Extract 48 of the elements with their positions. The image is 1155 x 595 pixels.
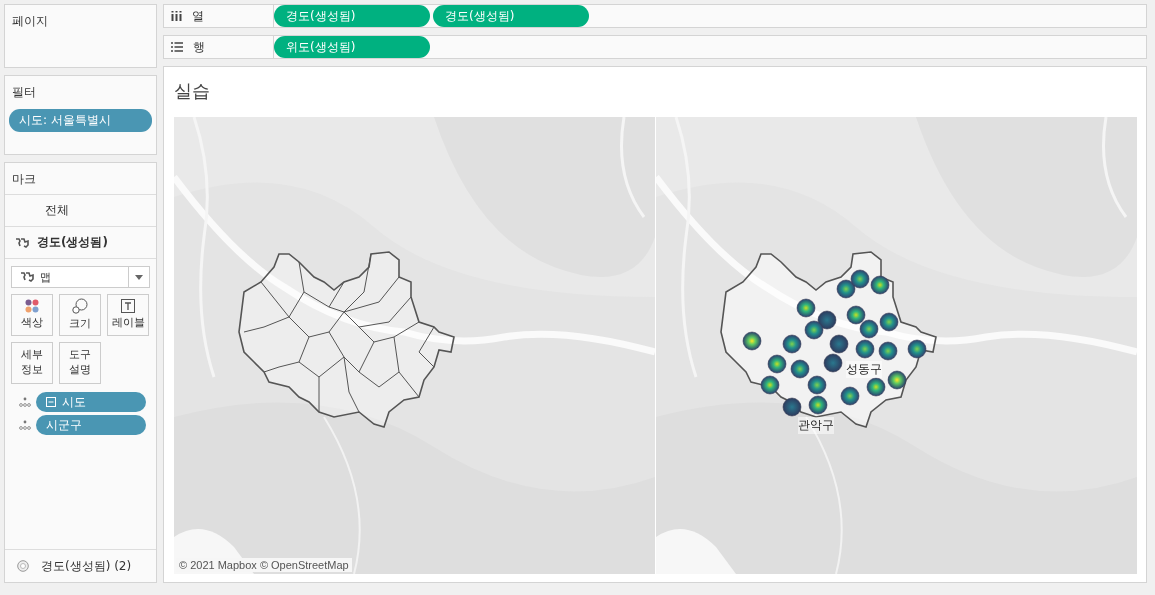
map-mark[interactable]	[742, 331, 762, 351]
mark-property-button[interactable]: 크기	[59, 294, 101, 336]
detail-dots-icon	[19, 397, 31, 407]
map-mark[interactable]	[796, 298, 816, 318]
caret-icon	[135, 274, 143, 280]
marks-layer-item[interactable]: 전체	[45, 202, 69, 219]
radio-icon	[17, 560, 29, 572]
size-circles-icon	[72, 298, 88, 315]
map-mark[interactable]	[907, 339, 927, 359]
map-mark[interactable]	[823, 353, 843, 373]
map-mark[interactable]	[817, 310, 837, 330]
map-mark[interactable]	[866, 377, 886, 397]
mark-type-dropdown[interactable]: 맵	[11, 266, 150, 288]
map-mark[interactable]	[870, 275, 890, 295]
legend-label: 경도(생성됨) (2)	[41, 557, 132, 575]
map-mark-label: 성동구	[846, 361, 882, 378]
map-mark[interactable]	[808, 395, 828, 415]
color-dots-icon	[25, 299, 39, 314]
map-mark[interactable]	[855, 339, 875, 359]
view-title: 실습	[174, 79, 210, 103]
mark-property-button[interactable]: 레이블	[107, 294, 149, 336]
map-mark[interactable]	[878, 341, 898, 361]
mark-property-button[interactable]: 세부 정보	[11, 342, 53, 384]
map-mark[interactable]	[829, 334, 849, 354]
map-mark[interactable]	[836, 279, 856, 299]
map-mark[interactable]	[840, 386, 860, 406]
mark-property-button[interactable]: 도구 설명	[59, 342, 101, 384]
map-mark[interactable]	[790, 359, 810, 379]
map-mark[interactable]	[850, 269, 870, 289]
panel-title: 페이지	[11, 13, 49, 30]
mark-property-button[interactable]: 색상	[11, 294, 53, 336]
map-mark[interactable]	[782, 334, 802, 354]
panel-title: 마크	[12, 172, 36, 186]
map-mark-label: 관악구	[798, 417, 834, 434]
panel-title: 필터	[11, 84, 37, 101]
map-mark[interactable]	[859, 319, 879, 339]
map-mark[interactable]	[887, 370, 907, 390]
map-mark[interactable]	[767, 354, 787, 374]
map-mark[interactable]	[760, 375, 780, 395]
map-mark[interactable]	[846, 305, 866, 325]
text-box-icon	[121, 299, 135, 314]
detail-dots-icon	[19, 420, 31, 430]
map-mark[interactable]	[804, 320, 824, 340]
map-mark[interactable]	[782, 397, 802, 417]
attribution-text: © 2021 Mapbox © OpenStreetMap	[176, 558, 352, 572]
marks-layer-item[interactable]: 경도(생성됨)	[37, 234, 108, 251]
map-mark[interactable]	[807, 375, 827, 395]
map-mark[interactable]	[879, 312, 899, 332]
